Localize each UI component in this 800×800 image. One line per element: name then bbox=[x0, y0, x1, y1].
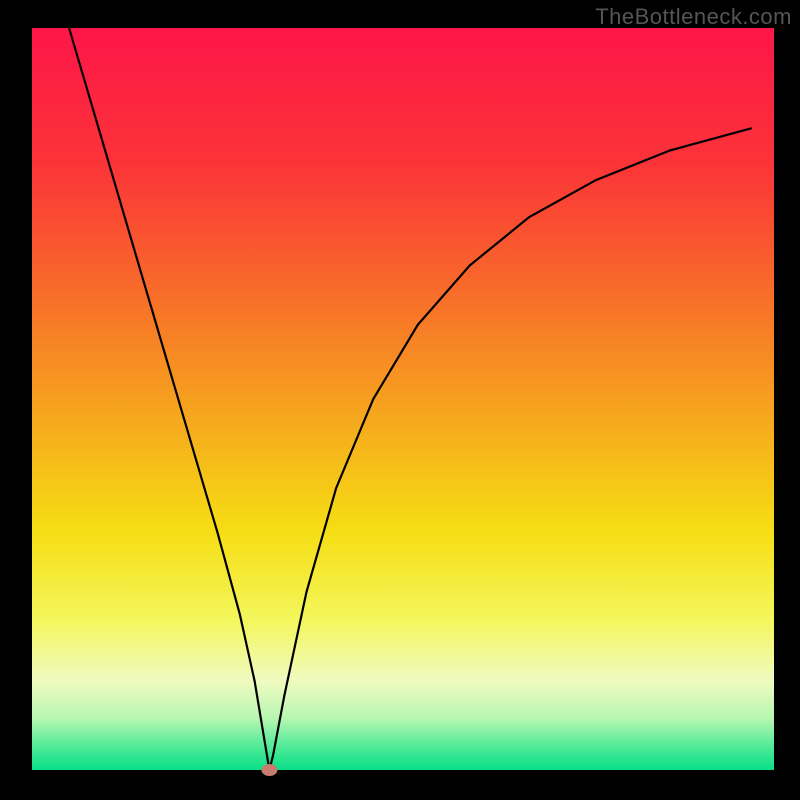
chart-background-gradient bbox=[32, 28, 774, 770]
bottleneck-chart bbox=[0, 0, 800, 800]
optimal-point-marker bbox=[261, 764, 277, 776]
chart-stage: TheBottleneck.com bbox=[0, 0, 800, 800]
watermark-text: TheBottleneck.com bbox=[595, 4, 792, 30]
